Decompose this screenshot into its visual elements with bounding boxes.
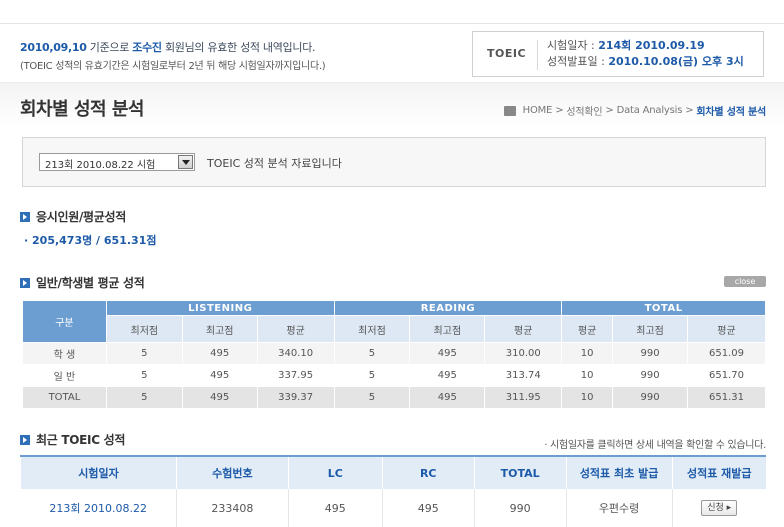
sub-header: 최저점 <box>333 315 411 343</box>
recent-score-table: 시험일자 수험번호 LC RC TOTAL 성적표 최초 발급 성적표 재발급 … <box>20 455 766 527</box>
col-listening: LISTENING <box>105 300 335 316</box>
close-button[interactable]: close <box>724 276 766 287</box>
validity-note: (TOEIC 성적의 유효기간은 시험일로부터 2년 뒤 해당 시험일자까지입니… <box>20 61 326 72</box>
col-total: TOTAL <box>561 300 766 316</box>
col-rc: RC <box>381 455 475 489</box>
section-average-title: 일반/학생별 평균 성적 <box>20 274 145 291</box>
col-reissue: 성적표 재발급 <box>671 455 766 489</box>
table-row-total: TOTAL 5 495 339.37 5 495 311.95 10 990 6… <box>22 386 766 409</box>
breadcrumb-analysis[interactable]: Data Analysis <box>617 105 683 116</box>
breadcrumb-current: 회차별 성적 분석 <box>696 107 766 118</box>
sub-header: 평균 <box>561 315 614 343</box>
selector-desc: TOEIC 성적 분석 자료입니다 <box>207 157 342 170</box>
col-lc: LC <box>287 455 383 489</box>
member-name: 조수진 <box>132 41 162 54</box>
home-icon <box>503 105 516 116</box>
chevron-down-icon[interactable] <box>178 155 193 169</box>
arrow-bullet-icon <box>20 434 30 445</box>
recent-note: · 시험일자를 클릭하면 상세 내역을 확인할 수 있습니다. <box>544 440 766 451</box>
page-title: 회차별 성적 분석 <box>20 99 144 120</box>
breadcrumb-score[interactable]: 성적확인 <box>566 103 602 118</box>
col-gubun: 구분 <box>22 300 107 343</box>
score-notice: 2010,09,10 기준으로 조수진 회원님의 유효한 성적 내역입니다. (… <box>20 38 460 76</box>
sub-header: 최고점 <box>409 315 486 343</box>
col-exam-number: 수험번호 <box>175 455 289 489</box>
title-bar: 회차별 성적 분석 HOME > 성적확인 > Data Analysis > … <box>0 82 784 126</box>
sub-header: 최저점 <box>105 315 183 343</box>
result-date: 2010.10.08(금) 오후 3시 <box>608 55 744 68</box>
table-row: 학 생 5 495 340.10 5 495 310.00 10 990 651… <box>22 342 766 365</box>
col-reading: READING <box>333 300 563 316</box>
table-row: 일 반 5 495 337.95 5 495 313.74 10 990 651… <box>22 364 766 387</box>
exam-date: 214회 2010.09.19 <box>598 39 705 52</box>
average-score-table: 구분 LISTENING READING TOTAL 최저점 최고점 평균 최저… <box>22 300 766 409</box>
exam-date-link[interactable]: 213회 2010.08.22 <box>21 489 177 527</box>
next-exam-box: TOEIC 시험일자 : 214회 2010.09.19 성적발표일 : 201… <box>472 31 764 77</box>
section-applicants-title: 응시인원/평균성적 <box>20 208 126 225</box>
section-recent-title: 최근 TOEIC 성적 <box>20 431 125 448</box>
exam-tag: TOEIC <box>487 47 527 60</box>
col-total: TOTAL <box>473 455 567 489</box>
table-row: 213회 2010.08.22 233408 495 495 990 우편수령 … <box>21 489 766 527</box>
applicants-stat: · 205,473명 / 651.31점 <box>24 234 157 247</box>
arrow-bullet-icon <box>20 277 30 288</box>
sub-header: 평균 <box>687 315 766 343</box>
reissue-button[interactable]: 신청 ▸ <box>701 500 738 516</box>
notice-date: 2010,09,10 <box>20 41 87 54</box>
col-first-issue: 성적표 최초 발급 <box>565 455 673 489</box>
sub-header: 최고점 <box>181 315 258 343</box>
breadcrumb: HOME > 성적확인 > Data Analysis > 회차별 성적 분석 <box>503 103 766 118</box>
sub-header: 평균 <box>484 315 563 343</box>
exam-select[interactable]: 213회 2010.08.22 시험 <box>39 153 195 171</box>
col-exam-date: 시험일자 <box>20 455 177 489</box>
exam-selector-box: 213회 2010.08.22 시험 TOEIC 성적 분석 자료입니다 <box>22 137 766 187</box>
top-strip <box>0 0 784 24</box>
sub-header: 최고점 <box>612 315 689 343</box>
arrow-bullet-icon <box>20 211 30 222</box>
breadcrumb-home[interactable]: HOME <box>523 105 553 116</box>
sub-header: 평균 <box>256 315 335 343</box>
